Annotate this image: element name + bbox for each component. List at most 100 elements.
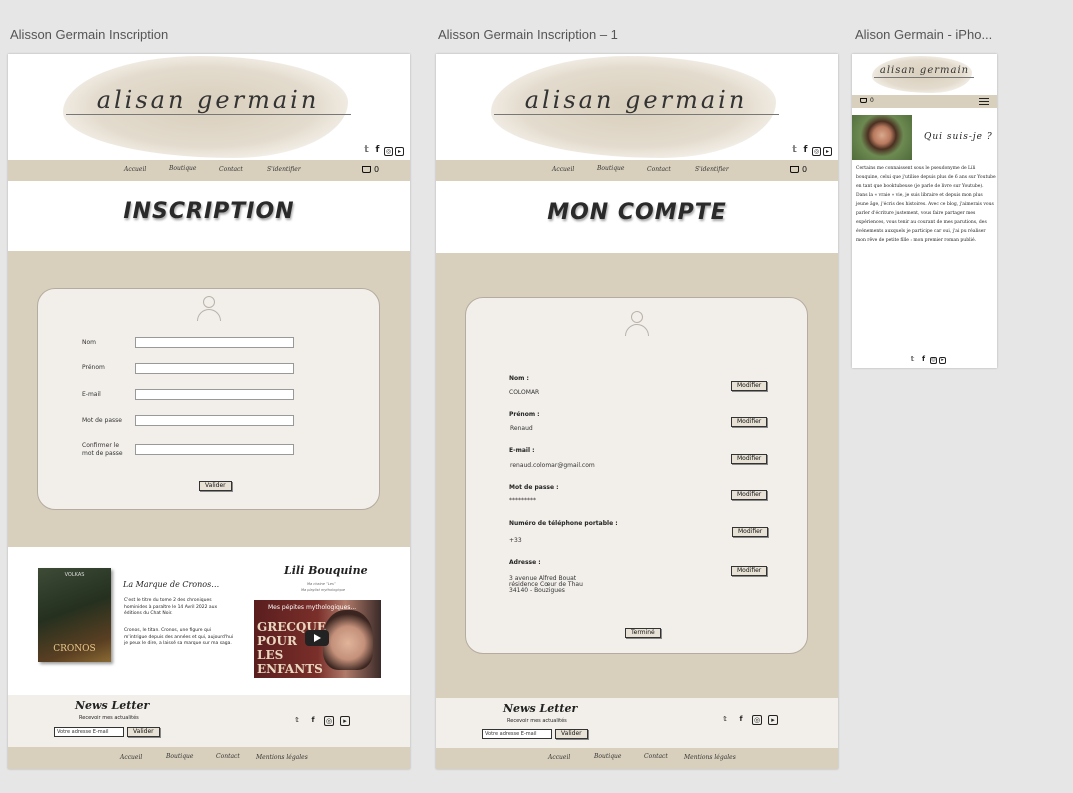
youtube-channel-link[interactable]: Ma chaine ”Les” <box>307 582 336 586</box>
footer-nav-contact[interactable]: Contact <box>644 753 668 760</box>
account-card: Nom : COLOMAR Modifier Prénom : Renaud M… <box>465 297 808 654</box>
modify-prenom-button[interactable]: Modifier <box>731 417 768 427</box>
cart-button[interactable]: 0 <box>362 165 379 174</box>
youtube-icon[interactable]: ▸ <box>768 715 778 725</box>
newsletter-title: News Letter <box>75 699 150 712</box>
submit-button[interactable]: Valider <box>199 481 232 491</box>
footer-nav-home[interactable]: Accueil <box>548 754 570 761</box>
cart-count: 0 <box>870 97 874 104</box>
page-title: INSCRIPTION <box>123 199 295 224</box>
twitter-icon[interactable]: 𝕥 <box>362 146 371 156</box>
newsletter-email-input[interactable]: Votre adresse E-mail <box>482 729 552 739</box>
user-avatar-icon <box>196 296 222 322</box>
logo-underline <box>874 77 974 78</box>
modify-password-button[interactable]: Modifier <box>731 490 768 500</box>
done-button[interactable]: Terminé <box>625 628 661 638</box>
twitter-icon[interactable]: 𝕥 <box>908 356 917 365</box>
instagram-icon[interactable]: ◎ <box>324 716 334 726</box>
nav-shop[interactable]: Boutique <box>597 165 624 172</box>
nav-contact[interactable]: Contact <box>219 166 243 173</box>
header-social-icons: 𝕥 f ◎ ▸ <box>790 146 832 156</box>
footer-nav-legal[interactable]: Mentions légales <box>684 754 736 761</box>
value-address: 3 avenue Alfred Bouat résidence Cœur de … <box>509 575 583 594</box>
label-address: Adresse : <box>509 559 541 566</box>
label-prenom: Prénom : <box>509 411 540 418</box>
nav-login[interactable]: S'identifier <box>267 166 301 173</box>
about-title: Qui suis-je ? <box>924 132 993 142</box>
prenom-input[interactable] <box>135 363 294 374</box>
site-logo[interactable]: alisan germain <box>48 86 368 114</box>
label-password: Mot de passe : <box>509 484 559 491</box>
password-input[interactable] <box>135 415 294 426</box>
instagram-icon[interactable]: ◎ <box>930 357 937 364</box>
nav-shop[interactable]: Boutique <box>169 165 196 172</box>
artboard-compte: alisan germain 𝕥 f ◎ ▸ Accueil Boutique … <box>436 54 838 769</box>
book-cover[interactable]: VOLKAS CRONOS <box>38 568 111 662</box>
site-logo[interactable]: alisan germain <box>476 86 796 114</box>
footer-nav-contact[interactable]: Contact <box>216 753 240 760</box>
label-nom: Nom <box>82 339 97 346</box>
nav-home[interactable]: Accueil <box>124 166 146 173</box>
newsletter-band: News Letter Recevoir mes actualités Votr… <box>436 698 838 748</box>
modify-email-button[interactable]: Modifier <box>731 454 768 464</box>
site-logo[interactable]: alisan germain <box>862 65 987 76</box>
confirm-password-input[interactable] <box>135 444 294 455</box>
facebook-icon[interactable]: f <box>736 715 746 725</box>
footer-nav-home[interactable]: Accueil <box>120 754 142 761</box>
twitter-icon[interactable]: 𝕥 <box>720 715 730 725</box>
artboard-label-compte: Alisson Germain Inscription – 1 <box>438 27 618 42</box>
header-social-icons: 𝕥 f ◎ ▸ <box>362 146 404 156</box>
facebook-icon[interactable]: f <box>801 146 810 156</box>
artboard-inscription: alisan germain 𝕥 f ◎ ▸ Accueil Boutique … <box>8 54 410 769</box>
newsletter-submit-button[interactable]: Valider <box>555 729 588 739</box>
nom-input[interactable] <box>135 337 294 348</box>
play-icon[interactable] <box>305 630 329 646</box>
facebook-icon[interactable]: f <box>308 716 318 726</box>
video-overlay-text: GRECQUE POUR LES ENFANTS <box>257 620 326 676</box>
cart-count: 0 <box>802 165 808 174</box>
main-nav: Accueil Boutique Contact S'identifier 0 <box>436 160 838 181</box>
instagram-icon[interactable]: ◎ <box>384 147 393 156</box>
email-input[interactable] <box>135 389 294 400</box>
modify-address-button[interactable]: Modifier <box>731 566 768 576</box>
footer-nav-shop[interactable]: Boutique <box>594 753 621 760</box>
artboard-iphone: alisan germain 0 Qui suis-je ? Certains … <box>852 54 997 368</box>
twitter-icon[interactable]: 𝕥 <box>292 716 302 726</box>
value-phone: +33 <box>509 537 522 544</box>
footer-nav-legal[interactable]: Mentions légales <box>256 754 308 761</box>
newsletter-email-input[interactable]: Votre adresse E-mail <box>54 727 124 737</box>
modify-phone-button[interactable]: Modifier <box>732 527 769 537</box>
youtube-channel-title: Lili Bouquine <box>284 564 368 577</box>
value-prenom: Renaud <box>510 425 533 432</box>
facebook-icon[interactable]: f <box>919 356 928 365</box>
about-text: Certains me connaissent sous le pseudony… <box>856 166 996 243</box>
nav-login[interactable]: S'identifier <box>695 166 729 173</box>
twitter-icon[interactable]: 𝕥 <box>790 146 799 156</box>
value-nom: COLOMAR <box>509 389 540 396</box>
youtube-video[interactable]: Mes pépites mythologiques... GRECQUE POU… <box>254 600 381 678</box>
footer-social-icons: 𝕥 f ◎ ▸ <box>720 715 778 725</box>
nav-home[interactable]: Accueil <box>552 166 574 173</box>
youtube-icon[interactable]: ▸ <box>395 147 404 156</box>
instagram-icon[interactable]: ◎ <box>752 715 762 725</box>
youtube-icon[interactable]: ▸ <box>340 716 350 726</box>
newsletter-submit-button[interactable]: Valider <box>127 727 160 737</box>
promo-text-1: C'est le titre du tome 2 des chroniques … <box>124 598 218 616</box>
modify-nom-button[interactable]: Modifier <box>731 381 768 391</box>
label-nom: Nom : <box>509 375 529 382</box>
mobile-nav-bar: 0 <box>852 95 997 108</box>
value-email: renaud.colomar@gmail.com <box>510 462 595 469</box>
cart-button[interactable]: 0 <box>860 97 874 104</box>
newsletter-subtitle: Recevoir mes actualités <box>507 718 567 724</box>
nav-contact[interactable]: Contact <box>647 166 671 173</box>
instagram-icon[interactable]: ◎ <box>812 147 821 156</box>
mobile-social-icons: 𝕥 f ◎ ▸ <box>908 356 946 365</box>
footer-nav-shop[interactable]: Boutique <box>166 753 193 760</box>
cart-button[interactable]: 0 <box>790 165 807 174</box>
youtube-icon[interactable]: ▸ <box>939 357 946 364</box>
facebook-icon[interactable]: f <box>373 146 382 156</box>
hamburger-menu-icon[interactable] <box>979 98 989 105</box>
youtube-icon[interactable]: ▸ <box>823 147 832 156</box>
youtube-playlist-link[interactable]: Ma playlist mythologique <box>301 588 345 592</box>
footer-nav: Accueil Boutique Contact Mentions légale… <box>436 748 838 769</box>
